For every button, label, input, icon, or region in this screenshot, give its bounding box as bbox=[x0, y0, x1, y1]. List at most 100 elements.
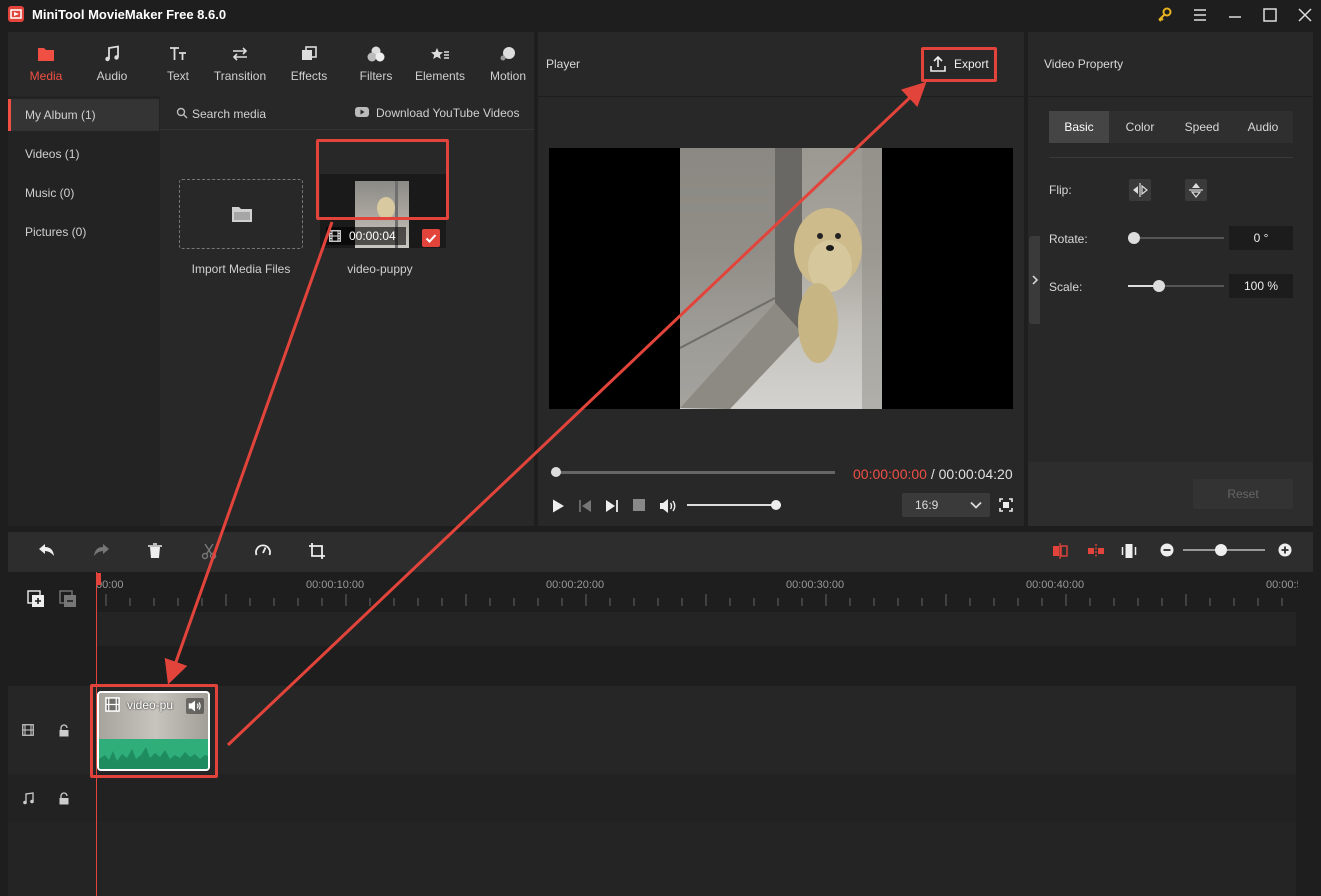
rotate-knob[interactable] bbox=[1128, 232, 1140, 244]
next-frame-icon[interactable] bbox=[604, 498, 620, 514]
zoom-out-icon[interactable] bbox=[1160, 543, 1174, 557]
timeline-scrollbar[interactable] bbox=[1298, 572, 1313, 896]
export-button[interactable]: Export bbox=[927, 52, 993, 80]
rotate-slider[interactable] bbox=[1128, 232, 1224, 244]
elements-icon bbox=[430, 45, 450, 63]
zoom-slider[interactable] bbox=[1183, 544, 1265, 556]
effects-icon bbox=[300, 45, 318, 63]
close-icon[interactable] bbox=[1295, 5, 1315, 25]
delete-icon[interactable] bbox=[146, 542, 164, 560]
audio-track-icon bbox=[22, 792, 34, 805]
fullscreen-icon[interactable] bbox=[999, 498, 1013, 512]
tab-speed[interactable]: Speed bbox=[1171, 111, 1233, 143]
split-track-icon[interactable] bbox=[1087, 542, 1105, 560]
track-gap bbox=[8, 646, 1296, 686]
import-media-label: Import Media Files bbox=[191, 262, 291, 276]
fit-timeline-icon[interactable] bbox=[1120, 542, 1138, 560]
media-clip-video-puppy[interactable]: 00:00:04 bbox=[320, 174, 446, 248]
title-bar: MiniTool MovieMaker Free 8.6.0 bbox=[0, 0, 1321, 30]
search-media-button[interactable]: Search media bbox=[192, 107, 266, 121]
play-icon[interactable] bbox=[550, 498, 566, 514]
volume-knob[interactable] bbox=[771, 500, 781, 510]
aspect-ratio-select[interactable]: 16:9 bbox=[902, 493, 990, 517]
tab-filters[interactable]: Filters bbox=[351, 32, 401, 96]
flip-horizontal-icon[interactable] bbox=[1129, 179, 1151, 201]
redo-icon[interactable] bbox=[91, 542, 111, 560]
speed-icon[interactable] bbox=[254, 542, 272, 560]
timeline-clip-label: video-pu bbox=[127, 698, 174, 712]
reset-button[interactable]: Reset bbox=[1193, 479, 1293, 509]
video-preview[interactable] bbox=[549, 148, 1013, 409]
album-item-videos[interactable]: Videos (1) bbox=[8, 138, 159, 170]
previous-frame-icon[interactable] bbox=[577, 498, 593, 514]
ruler-label-30: 00:00:30:00 bbox=[786, 579, 845, 591]
split-icon[interactable] bbox=[200, 542, 218, 560]
tab-elements[interactable]: Elements bbox=[411, 32, 469, 96]
tab-color[interactable]: Color bbox=[1109, 111, 1171, 143]
aspect-ratio-value: 16:9 bbox=[915, 498, 939, 512]
key-icon[interactable] bbox=[1155, 5, 1175, 25]
time-readout: 00:00:00:00 / 00:00:04:20 bbox=[853, 466, 1013, 482]
chevron-down-icon bbox=[970, 500, 982, 510]
tab-effects[interactable]: Effects bbox=[284, 32, 334, 96]
download-youtube-button[interactable]: Download YouTube Videos bbox=[376, 106, 519, 120]
clip-volume-icon[interactable] bbox=[186, 698, 204, 714]
media-panel: Media Audio Text Transition Effects Filt… bbox=[8, 32, 534, 526]
zoom-in-icon[interactable] bbox=[1278, 543, 1292, 557]
remove-track-icon[interactable] bbox=[59, 590, 77, 608]
video-track-lock-icon[interactable] bbox=[58, 724, 70, 737]
maximize-icon[interactable] bbox=[1260, 5, 1280, 25]
scale-knob[interactable] bbox=[1153, 280, 1166, 292]
snap-icon[interactable] bbox=[1051, 542, 1069, 560]
puppy-thumbnail-shape bbox=[377, 197, 395, 219]
timeline-ruler[interactable]: 00:00 00:00:10:00 00:00:20:00 00:00:30:0… bbox=[96, 572, 1312, 612]
volume-slider[interactable] bbox=[687, 500, 781, 510]
tab-basic[interactable]: Basic bbox=[1049, 111, 1109, 143]
playback-progress-knob[interactable] bbox=[551, 467, 561, 477]
album-item-music[interactable]: Music (0) bbox=[8, 177, 159, 209]
playback-progress-track[interactable] bbox=[551, 467, 835, 477]
crop-icon[interactable] bbox=[308, 542, 326, 560]
album-item-pictures[interactable]: Pictures (0) bbox=[8, 216, 159, 248]
folder-icon bbox=[36, 45, 56, 63]
tab-media[interactable]: Media bbox=[20, 32, 72, 96]
tab-text[interactable]: Text bbox=[152, 32, 204, 96]
checkmark-icon[interactable] bbox=[422, 229, 440, 247]
tab-motion[interactable]: Motion bbox=[485, 32, 531, 96]
scale-label: Scale: bbox=[1049, 280, 1083, 294]
import-media-button[interactable] bbox=[179, 179, 303, 249]
add-track-icon[interactable] bbox=[27, 590, 45, 608]
panel-collapse-handle[interactable] bbox=[1029, 236, 1040, 324]
property-footer: Reset bbox=[1028, 462, 1313, 526]
library-tabs: Media Audio Text Transition Effects Filt… bbox=[8, 32, 534, 96]
flip-vertical-icon[interactable] bbox=[1185, 179, 1207, 201]
menu-icon[interactable] bbox=[1190, 5, 1210, 25]
clip-duration: 00:00:04 bbox=[349, 229, 396, 243]
volume-icon[interactable] bbox=[658, 497, 678, 515]
undo-icon[interactable] bbox=[37, 542, 57, 560]
zoom-knob[interactable] bbox=[1214, 544, 1227, 556]
time-separator: / bbox=[930, 466, 935, 482]
minimize-icon[interactable] bbox=[1225, 5, 1245, 25]
tab-audio[interactable]: Audio bbox=[86, 32, 138, 96]
audio-track-lock-icon[interactable] bbox=[58, 792, 70, 805]
timeline-video-clip[interactable]: video-pu bbox=[97, 691, 210, 771]
ruler-label-40: 00:00:40:00 bbox=[1026, 579, 1085, 591]
track-empty-top[interactable] bbox=[96, 612, 1296, 646]
scale-value-field[interactable]: 100 % bbox=[1229, 274, 1293, 298]
property-divider bbox=[1028, 96, 1313, 97]
scale-slider[interactable] bbox=[1128, 280, 1224, 292]
property-separator bbox=[1049, 157, 1293, 158]
tab-audio-property[interactable]: Audio bbox=[1233, 111, 1293, 143]
audio-track[interactable] bbox=[8, 774, 1296, 822]
ruler-label-10: 00:00:10:00 bbox=[306, 579, 365, 591]
flip-label: Flip: bbox=[1049, 183, 1072, 197]
track-empty-bottom[interactable] bbox=[8, 822, 1296, 896]
album-item-my-album[interactable]: My Album (1) bbox=[8, 99, 159, 131]
rotate-value-field[interactable]: 0 ° bbox=[1229, 226, 1293, 250]
album-list: My Album (1) Videos (1) Music (0) Pictur… bbox=[8, 96, 159, 526]
puppy-frame-shapes bbox=[680, 148, 882, 409]
tab-transition[interactable]: Transition bbox=[210, 32, 270, 96]
stop-icon[interactable] bbox=[633, 499, 645, 511]
playhead-line[interactable] bbox=[96, 572, 97, 896]
